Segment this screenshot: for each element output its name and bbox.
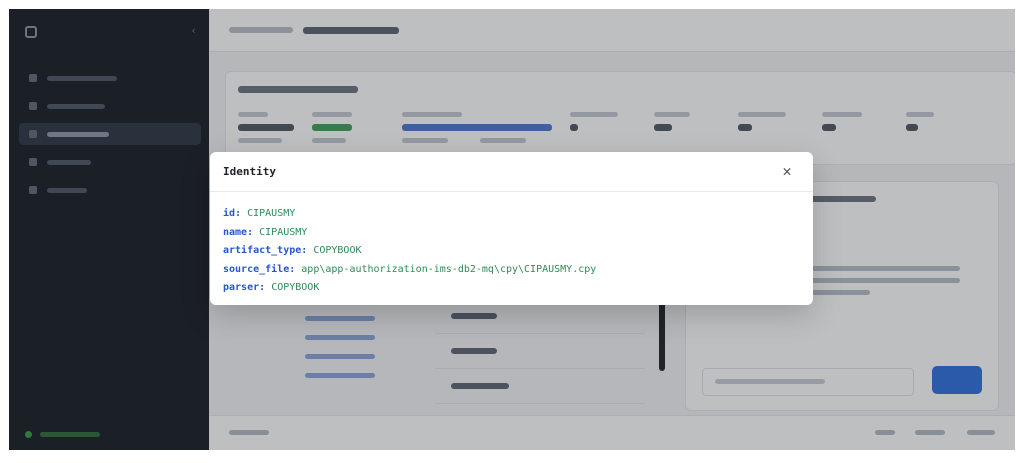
- field-source-file: source_file: app\app-authorization-ims-d…: [223, 261, 800, 280]
- field-value: app\app-authorization-ims-db2-mq\cpy\CIP…: [301, 263, 597, 275]
- field-value: CIPAUSMY: [247, 208, 296, 219]
- field-key: name:: [223, 226, 254, 238]
- field-artifact-type: artifact_type: COPYBOOK: [223, 242, 800, 261]
- identity-fields: id: CIPAUSMY name: CIPAUSMY artifact_typ…: [210, 192, 813, 298]
- field-key: id:: [223, 208, 242, 219]
- field-key: parser:: [223, 282, 266, 293]
- field-key: source_file:: [223, 263, 296, 275]
- identity-modal: Identity ✕ id: CIPAUSMY name: CIPAUSMY a…: [210, 152, 813, 305]
- modal-header: Identity ✕: [210, 152, 813, 192]
- field-name: name: CIPAUSMY: [223, 224, 800, 243]
- app-window: ‹ Identity ✕ id: CIPAUSMY name: CIPAUSMY…: [9, 9, 1015, 450]
- field-parser: parser: COPYBOOK: [223, 279, 800, 298]
- field-id: id: CIPAUSMY: [223, 205, 800, 224]
- modal-title: Identity: [223, 165, 276, 178]
- field-value: COPYBOOK: [313, 245, 362, 256]
- field-key: artifact_type:: [223, 245, 308, 256]
- field-value: COPYBOOK: [271, 282, 320, 293]
- close-icon[interactable]: ✕: [777, 162, 797, 182]
- field-value: CIPAUSMY: [259, 226, 308, 238]
